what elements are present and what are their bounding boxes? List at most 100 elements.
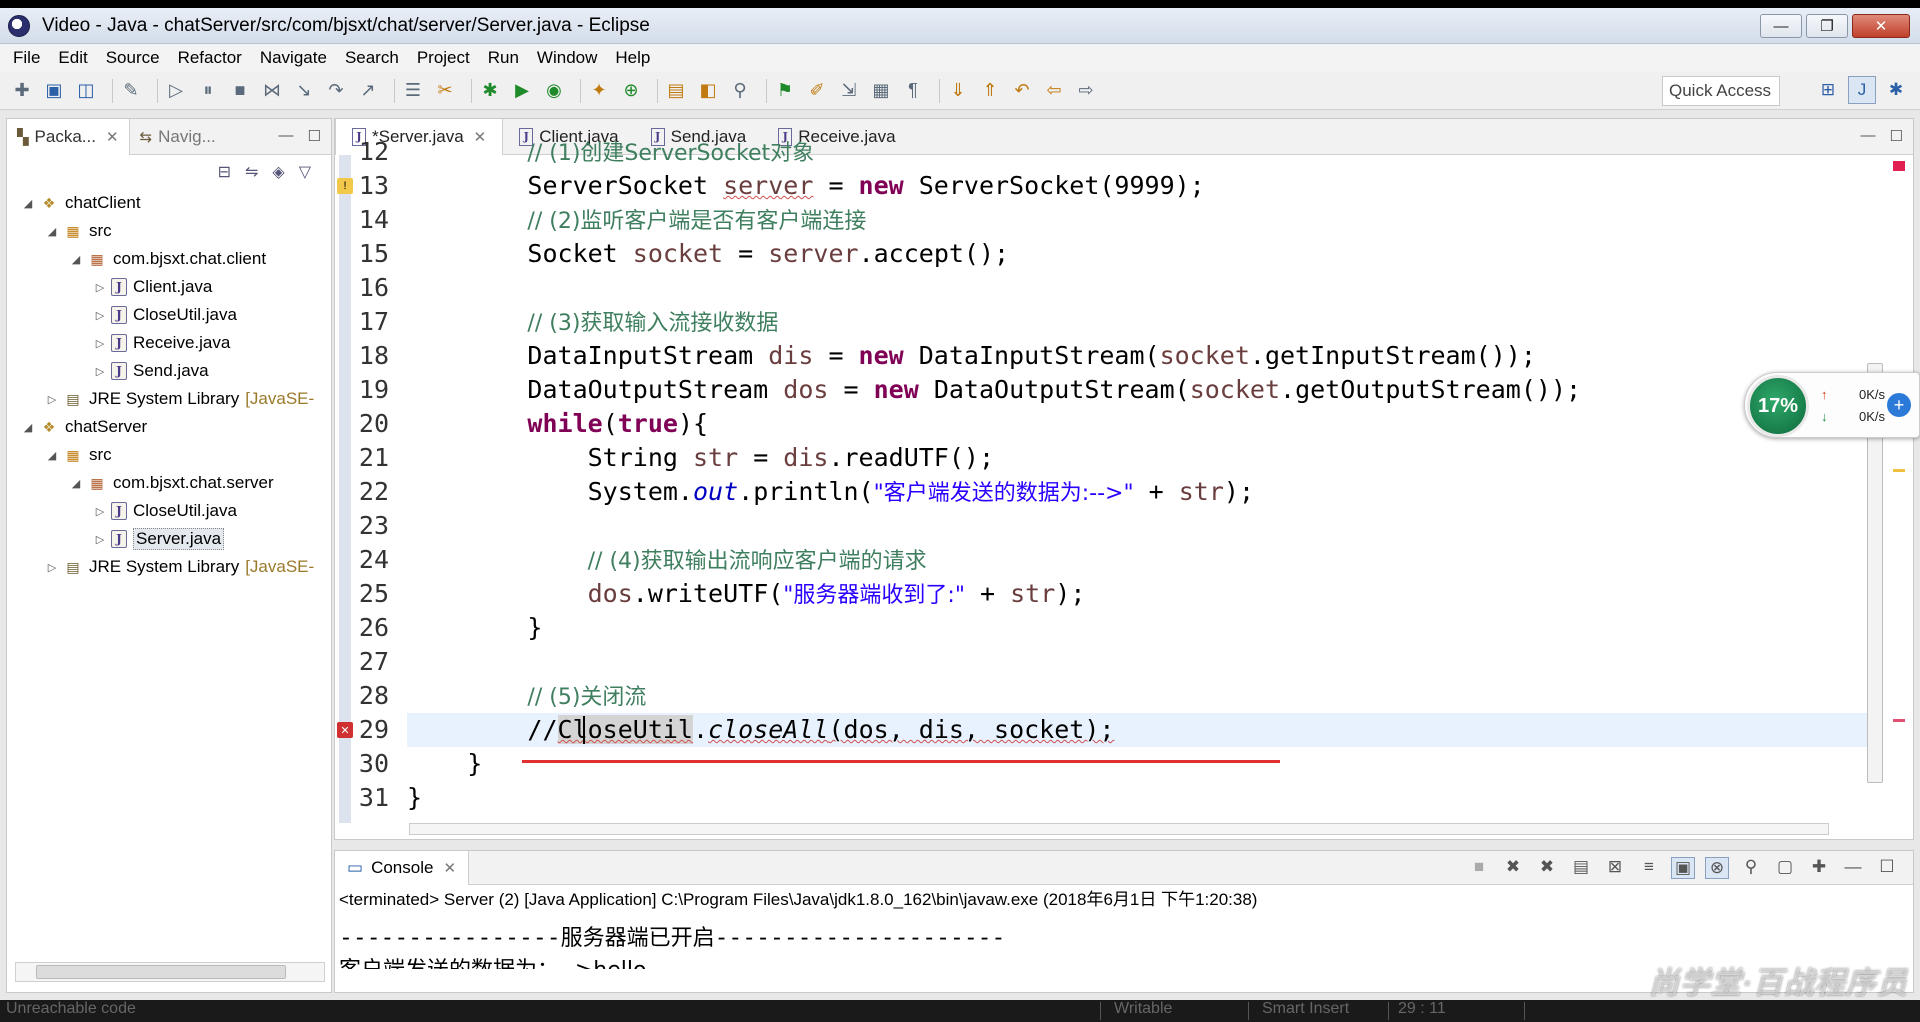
back-icon[interactable]: ⇦ bbox=[1042, 79, 1066, 103]
tree-item[interactable]: ▷ J CloseUtil.java bbox=[7, 497, 331, 525]
toggle-block-icon[interactable]: ⇲ bbox=[837, 79, 861, 103]
tree-item[interactable]: ▷ ▤ JRE System Library [JavaSE- bbox=[7, 385, 331, 413]
coverage-icon[interactable]: ◉ bbox=[542, 79, 566, 103]
close-button[interactable]: ✕ bbox=[1852, 14, 1910, 38]
expand-toggle-icon[interactable]: ▷ bbox=[45, 393, 59, 406]
resume-icon[interactable]: ▷ bbox=[164, 79, 188, 103]
tree-item[interactable]: ◢ ▦ com.bjsxt.chat.server bbox=[7, 469, 331, 497]
run-icon[interactable]: ▶ bbox=[510, 79, 534, 103]
menu-window[interactable]: Window bbox=[528, 48, 606, 68]
expand-toggle-icon[interactable]: ◢ bbox=[45, 449, 59, 462]
menu-edit[interactable]: Edit bbox=[49, 48, 96, 68]
word-wrap-icon[interactable]: ≡ bbox=[1637, 857, 1661, 879]
save-icon[interactable]: ▣ bbox=[42, 79, 66, 103]
collapse-all-icon[interactable]: ⊟ bbox=[218, 162, 231, 182]
close-tab-icon[interactable]: ✕ bbox=[106, 128, 119, 146]
show-on-stdout-icon[interactable]: ▣ bbox=[1671, 857, 1695, 879]
scrollbar-thumb[interactable] bbox=[36, 965, 286, 979]
tree-item[interactable]: ◢ ▦ src bbox=[7, 217, 331, 245]
forward-icon[interactable]: ⇨ bbox=[1074, 79, 1098, 103]
expand-toggle-icon[interactable]: ◢ bbox=[21, 421, 35, 434]
horizontal-scrollbar[interactable] bbox=[395, 821, 1855, 837]
expand-toggle-icon[interactable]: ▷ bbox=[45, 561, 59, 574]
build-icon[interactable]: ✂ bbox=[433, 79, 457, 103]
horizontal-scrollbar[interactable] bbox=[15, 962, 325, 982]
tab-navigator[interactable]: ⇆ Navig... bbox=[130, 119, 226, 155]
maximize-view-icon[interactable]: ☐ bbox=[1875, 857, 1899, 879]
tree-item[interactable]: ◢ ▦ com.bjsxt.chat.client bbox=[7, 245, 331, 273]
minimize-view-icon[interactable]: — bbox=[1841, 857, 1865, 879]
tree-item[interactable]: ▷ ▤ JRE System Library [JavaSE- bbox=[7, 553, 331, 581]
maximize-view-icon[interactable]: ☐ bbox=[1890, 127, 1903, 145]
scroll-lock-icon[interactable]: ⊠ bbox=[1603, 857, 1627, 879]
save-all-icon[interactable]: ◫ bbox=[74, 79, 98, 103]
java-perspective-icon[interactable]: J bbox=[1848, 76, 1876, 104]
terminate-icon[interactable]: ■ bbox=[1467, 857, 1491, 879]
expand-toggle-icon[interactable]: ▷ bbox=[93, 505, 107, 518]
close-tab-icon[interactable]: ✕ bbox=[443, 859, 456, 877]
expand-toggle-icon[interactable]: ◢ bbox=[69, 477, 83, 490]
expand-toggle-icon[interactable]: ◢ bbox=[21, 197, 35, 210]
expand-toggle-icon[interactable]: ◢ bbox=[45, 225, 59, 238]
step-return-icon[interactable]: ↗ bbox=[356, 79, 380, 103]
menu-project[interactable]: Project bbox=[408, 48, 479, 68]
menu-search[interactable]: Search bbox=[336, 48, 408, 68]
mark-occurrences-icon[interactable]: ✐ bbox=[805, 79, 829, 103]
new-java-project-icon[interactable]: ✦ bbox=[587, 79, 611, 103]
menu-file[interactable]: File bbox=[4, 48, 49, 68]
display-console-icon[interactable]: ▢ bbox=[1773, 857, 1797, 879]
search-icon[interactable]: ⚲ bbox=[728, 79, 752, 103]
pin-console-icon[interactable]: ⚲ bbox=[1739, 857, 1763, 879]
tree-item[interactable]: ◢ ❖ chatClient bbox=[7, 189, 331, 217]
tab-console[interactable]: ▭ Console ✕ bbox=[335, 850, 470, 885]
view-menu-icon[interactable]: ▽ bbox=[299, 162, 311, 182]
open-type-icon[interactable]: ▤ bbox=[664, 79, 688, 103]
debug-icon[interactable]: ✱ bbox=[478, 79, 502, 103]
show-whitespace-icon[interactable]: ¶ bbox=[901, 79, 925, 103]
warning-marker[interactable] bbox=[1893, 469, 1905, 472]
tree-item[interactable]: ◢ ❖ chatServer bbox=[7, 413, 331, 441]
menu-source[interactable]: Source bbox=[97, 48, 169, 68]
warning-icon[interactable]: ! bbox=[337, 178, 353, 194]
tree-item[interactable]: ▷ J Send.java bbox=[7, 357, 331, 385]
error-marker[interactable] bbox=[1893, 161, 1905, 171]
expand-toggle-icon[interactable]: ◢ bbox=[69, 253, 83, 266]
minimize-button[interactable]: — bbox=[1760, 14, 1802, 38]
scrollbar-thumb[interactable] bbox=[409, 823, 1829, 835]
vertical-scrollbar[interactable] bbox=[1865, 163, 1885, 813]
skip-breakpoints-icon[interactable]: ✎ bbox=[119, 79, 143, 103]
open-perspective-icon[interactable]: ⊞ bbox=[1814, 76, 1842, 104]
error-marker[interactable] bbox=[1893, 719, 1905, 722]
tree-item[interactable]: ▷ J Client.java bbox=[7, 273, 331, 301]
minimize-view-icon[interactable]: — bbox=[1861, 127, 1876, 145]
expand-toggle-icon[interactable]: ▷ bbox=[93, 281, 107, 294]
step-over-icon[interactable]: ↷ bbox=[324, 79, 348, 103]
disconnect-icon[interactable]: ⋈ bbox=[260, 79, 284, 103]
clear-console-icon[interactable]: ▤ bbox=[1569, 857, 1593, 879]
menu-refactor[interactable]: Refactor bbox=[169, 48, 251, 68]
minimize-view-icon[interactable]: — bbox=[279, 127, 294, 145]
debug-perspective-icon[interactable]: ✱ bbox=[1882, 76, 1910, 104]
expand-toggle-icon[interactable]: ▷ bbox=[93, 309, 107, 322]
tree-item[interactable]: ▷ J Server.java bbox=[7, 525, 331, 553]
expand-toggle-icon[interactable]: ▷ bbox=[93, 365, 107, 378]
menu-navigate[interactable]: Navigate bbox=[251, 48, 336, 68]
show-on-stderr-icon[interactable]: ⊗ bbox=[1705, 857, 1729, 879]
new-icon[interactable]: ✚ bbox=[10, 79, 34, 103]
new-class-icon[interactable]: ⊕ bbox=[619, 79, 643, 103]
expand-toggle-icon[interactable]: ▷ bbox=[93, 533, 107, 546]
tree-item[interactable]: ▷ J Receive.java bbox=[7, 329, 331, 357]
open-console-icon[interactable]: ☰ bbox=[401, 79, 425, 103]
focus-icon[interactable]: ◈ bbox=[272, 162, 284, 182]
open-folder-icon[interactable]: ◧ bbox=[696, 79, 720, 103]
suspend-icon[interactable]: ⏸ bbox=[196, 79, 220, 103]
remove-all-icon[interactable]: ✖ bbox=[1535, 857, 1559, 879]
terminate-icon[interactable]: ■ bbox=[228, 79, 252, 103]
network-monitor-widget[interactable]: 17% ↑ 0K/s ↓ 0K/s + bbox=[1744, 372, 1920, 438]
plus-icon[interactable]: + bbox=[1887, 393, 1911, 417]
maximize-view-icon[interactable]: ☐ bbox=[308, 127, 321, 145]
tree-item[interactable]: ▷ J CloseUtil.java bbox=[7, 301, 331, 329]
link-editor-icon[interactable]: ⇋ bbox=[245, 162, 258, 182]
expand-toggle-icon[interactable]: ▷ bbox=[93, 337, 107, 350]
word-wrap-icon[interactable]: ▦ bbox=[869, 79, 893, 103]
